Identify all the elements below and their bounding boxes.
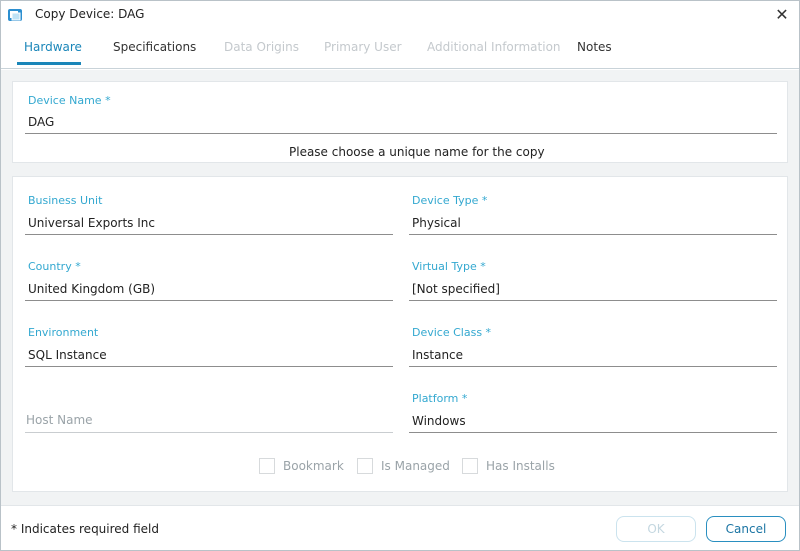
is-managed-checkbox[interactable]	[357, 458, 373, 474]
environment-field[interactable]: SQL Instance	[28, 348, 107, 362]
device-name-input[interactable]: DAG	[28, 115, 54, 129]
unique-name-hint: Please choose a unique name for the copy	[289, 145, 545, 159]
close-icon[interactable]: ✕	[773, 6, 791, 24]
has-installs-checkbox[interactable]	[462, 458, 478, 474]
virtual-type-label: Virtual Type *	[412, 260, 486, 273]
country-underline	[25, 300, 393, 301]
tab-additional-information: Additional Information	[427, 40, 561, 54]
has-installs-label: Has Installs	[486, 459, 555, 473]
app-window-icon	[7, 7, 23, 23]
business-unit-label: Business Unit	[28, 194, 103, 207]
required-field-note: * Indicates required field	[11, 522, 160, 536]
virtual-type-field[interactable]: [Not specified]	[412, 282, 500, 296]
device-class-field[interactable]: Instance	[412, 348, 463, 362]
environment-label: Environment	[28, 326, 99, 339]
tab-specifications[interactable]: Specifications	[113, 40, 196, 54]
ok-button[interactable]: OK	[616, 516, 696, 542]
platform-underline	[409, 432, 777, 433]
bookmark-label: Bookmark	[283, 459, 344, 473]
virtual-type-underline	[409, 300, 777, 301]
cancel-button[interactable]: Cancel	[706, 516, 786, 542]
device-details-panel: Business Unit Universal Exports Inc Devi…	[12, 176, 788, 492]
platform-label: Platform *	[412, 392, 468, 405]
tab-bar: Hardware Specifications Data Origins Pri…	[1, 29, 799, 69]
dialog-title: Copy Device: DAG	[35, 7, 145, 21]
business-unit-field[interactable]: Universal Exports Inc	[28, 216, 155, 230]
country-label: Country *	[28, 260, 81, 273]
copy-device-dialog: Copy Device: DAG ✕ Hardware Specificatio…	[0, 0, 800, 551]
title-bar: Copy Device: DAG ✕	[1, 1, 799, 29]
content-area: Device Name * DAG Please choose a unique…	[1, 70, 799, 505]
platform-field[interactable]: Windows	[412, 414, 466, 428]
device-name-label: Device Name *	[28, 94, 111, 107]
device-name-panel: Device Name * DAG Please choose a unique…	[12, 81, 788, 163]
country-field[interactable]: United Kingdom (GB)	[28, 282, 155, 296]
device-type-underline	[409, 234, 777, 235]
bookmark-checkbox[interactable]	[259, 458, 275, 474]
tab-hardware[interactable]: Hardware	[24, 40, 82, 54]
tab-data-origins: Data Origins	[224, 40, 299, 54]
business-unit-underline	[25, 234, 393, 235]
device-type-field[interactable]: Physical	[412, 216, 461, 230]
dialog-footer: * Indicates required field OK Cancel	[1, 505, 799, 550]
is-managed-label: Is Managed	[381, 459, 450, 473]
tab-notes[interactable]: Notes	[577, 40, 612, 54]
host-name-underline	[25, 432, 393, 433]
device-type-label: Device Type *	[412, 194, 488, 207]
host-name-input[interactable]: Host Name	[26, 413, 93, 427]
active-tab-indicator	[17, 62, 81, 65]
tab-primary-user: Primary User	[324, 40, 402, 54]
device-class-underline	[409, 366, 777, 367]
environment-underline	[25, 366, 393, 367]
device-name-underline	[25, 133, 777, 134]
device-class-label: Device Class *	[412, 326, 492, 339]
